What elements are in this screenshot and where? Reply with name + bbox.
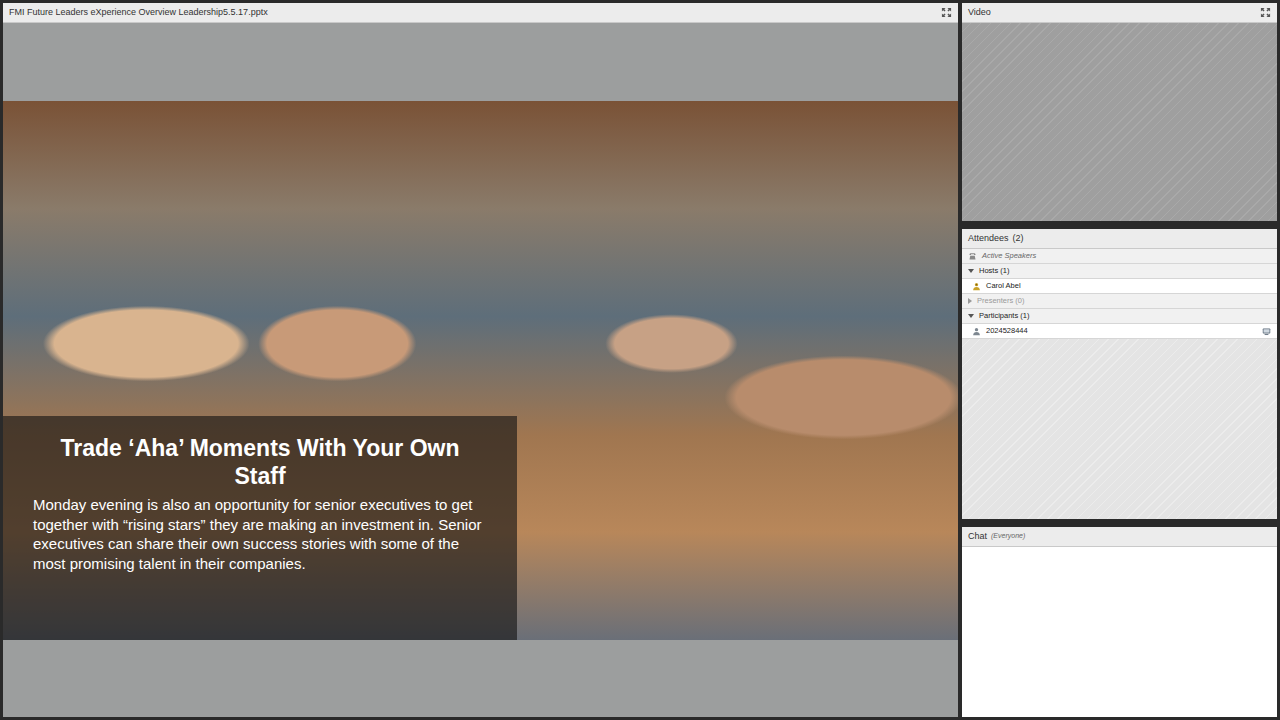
attendees-title: Attendees: [968, 232, 1009, 246]
chat-scope: (Everyone): [991, 531, 1025, 542]
active-speakers-row: Active Speakers: [962, 249, 1277, 264]
pane-header: Attendees (2): [962, 229, 1277, 249]
slide-caption: Trade ‘Aha’ Moments With Your Own StaffM…: [3, 416, 517, 640]
attendee-group-label: Presenters (0): [977, 295, 1025, 306]
expand-icon[interactable]: [1260, 7, 1271, 18]
attendee-list: Active Speakers Hosts (1) Carol Abel Presen…: [962, 249, 1277, 339]
attendee-name: 2024528444: [986, 325, 1028, 336]
phone-icon: [968, 252, 977, 261]
attendee-group-row[interactable]: Participants (1): [962, 309, 1277, 324]
slide-stage: Trade ‘Aha’ Moments With Your Own StaffM…: [3, 23, 958, 717]
attendee-group-label: Participants (1): [979, 310, 1029, 321]
pane-header: Chat (Everyone): [962, 527, 1277, 547]
host-icon: [972, 282, 981, 291]
active-speakers-label: Active Speakers: [982, 250, 1036, 261]
expand-arrow-icon[interactable]: [968, 314, 974, 318]
video-panel: Video: [962, 3, 1277, 221]
slide-heading: Trade ‘Aha’ Moments With Your Own Staff: [33, 434, 487, 492]
presentation-pane: FMI Future Leaders eXperience Overview L…: [3, 3, 958, 717]
chat-area: [962, 547, 1277, 717]
expand-arrow-icon[interactable]: [968, 269, 974, 273]
expand-arrow-icon[interactable]: [968, 298, 972, 304]
attendee-row[interactable]: Carol Abel: [962, 279, 1277, 294]
person-icon: [972, 327, 981, 336]
attendee-group-row[interactable]: Hosts (1): [962, 264, 1277, 279]
attendee-name: Carol Abel: [986, 280, 1021, 291]
chat-panel: Chat (Everyone): [962, 527, 1277, 717]
meeting-window: FMI Future Leaders eXperience Overview L…: [0, 0, 1280, 720]
attendee-group-row[interactable]: Presenters (0): [962, 294, 1277, 309]
slide: Trade ‘Aha’ Moments With Your Own StaffM…: [3, 101, 958, 640]
chat-title: Chat: [968, 530, 987, 544]
video-title: Video: [968, 6, 991, 20]
attendees-count: (2): [1013, 232, 1024, 246]
expand-icon[interactable]: [941, 7, 952, 18]
video-area: [962, 23, 1277, 221]
slide-body: Monday evening is also an opportunity fo…: [33, 495, 487, 573]
attendees-panel: Attendees (2) Active Speakers Hosts (1) Caro…: [962, 229, 1277, 519]
side-panels: Video Attendees (2) Active Speakers Hosts (1…: [962, 3, 1277, 717]
presentation-title: FMI Future Leaders eXperience Overview L…: [9, 6, 268, 20]
pane-header: Video: [962, 3, 1277, 23]
attendee-row[interactable]: 2024528444: [962, 324, 1277, 339]
attendee-group-label: Hosts (1): [979, 265, 1009, 276]
computer-icon: [1262, 327, 1271, 336]
pane-header: FMI Future Leaders eXperience Overview L…: [3, 3, 958, 23]
